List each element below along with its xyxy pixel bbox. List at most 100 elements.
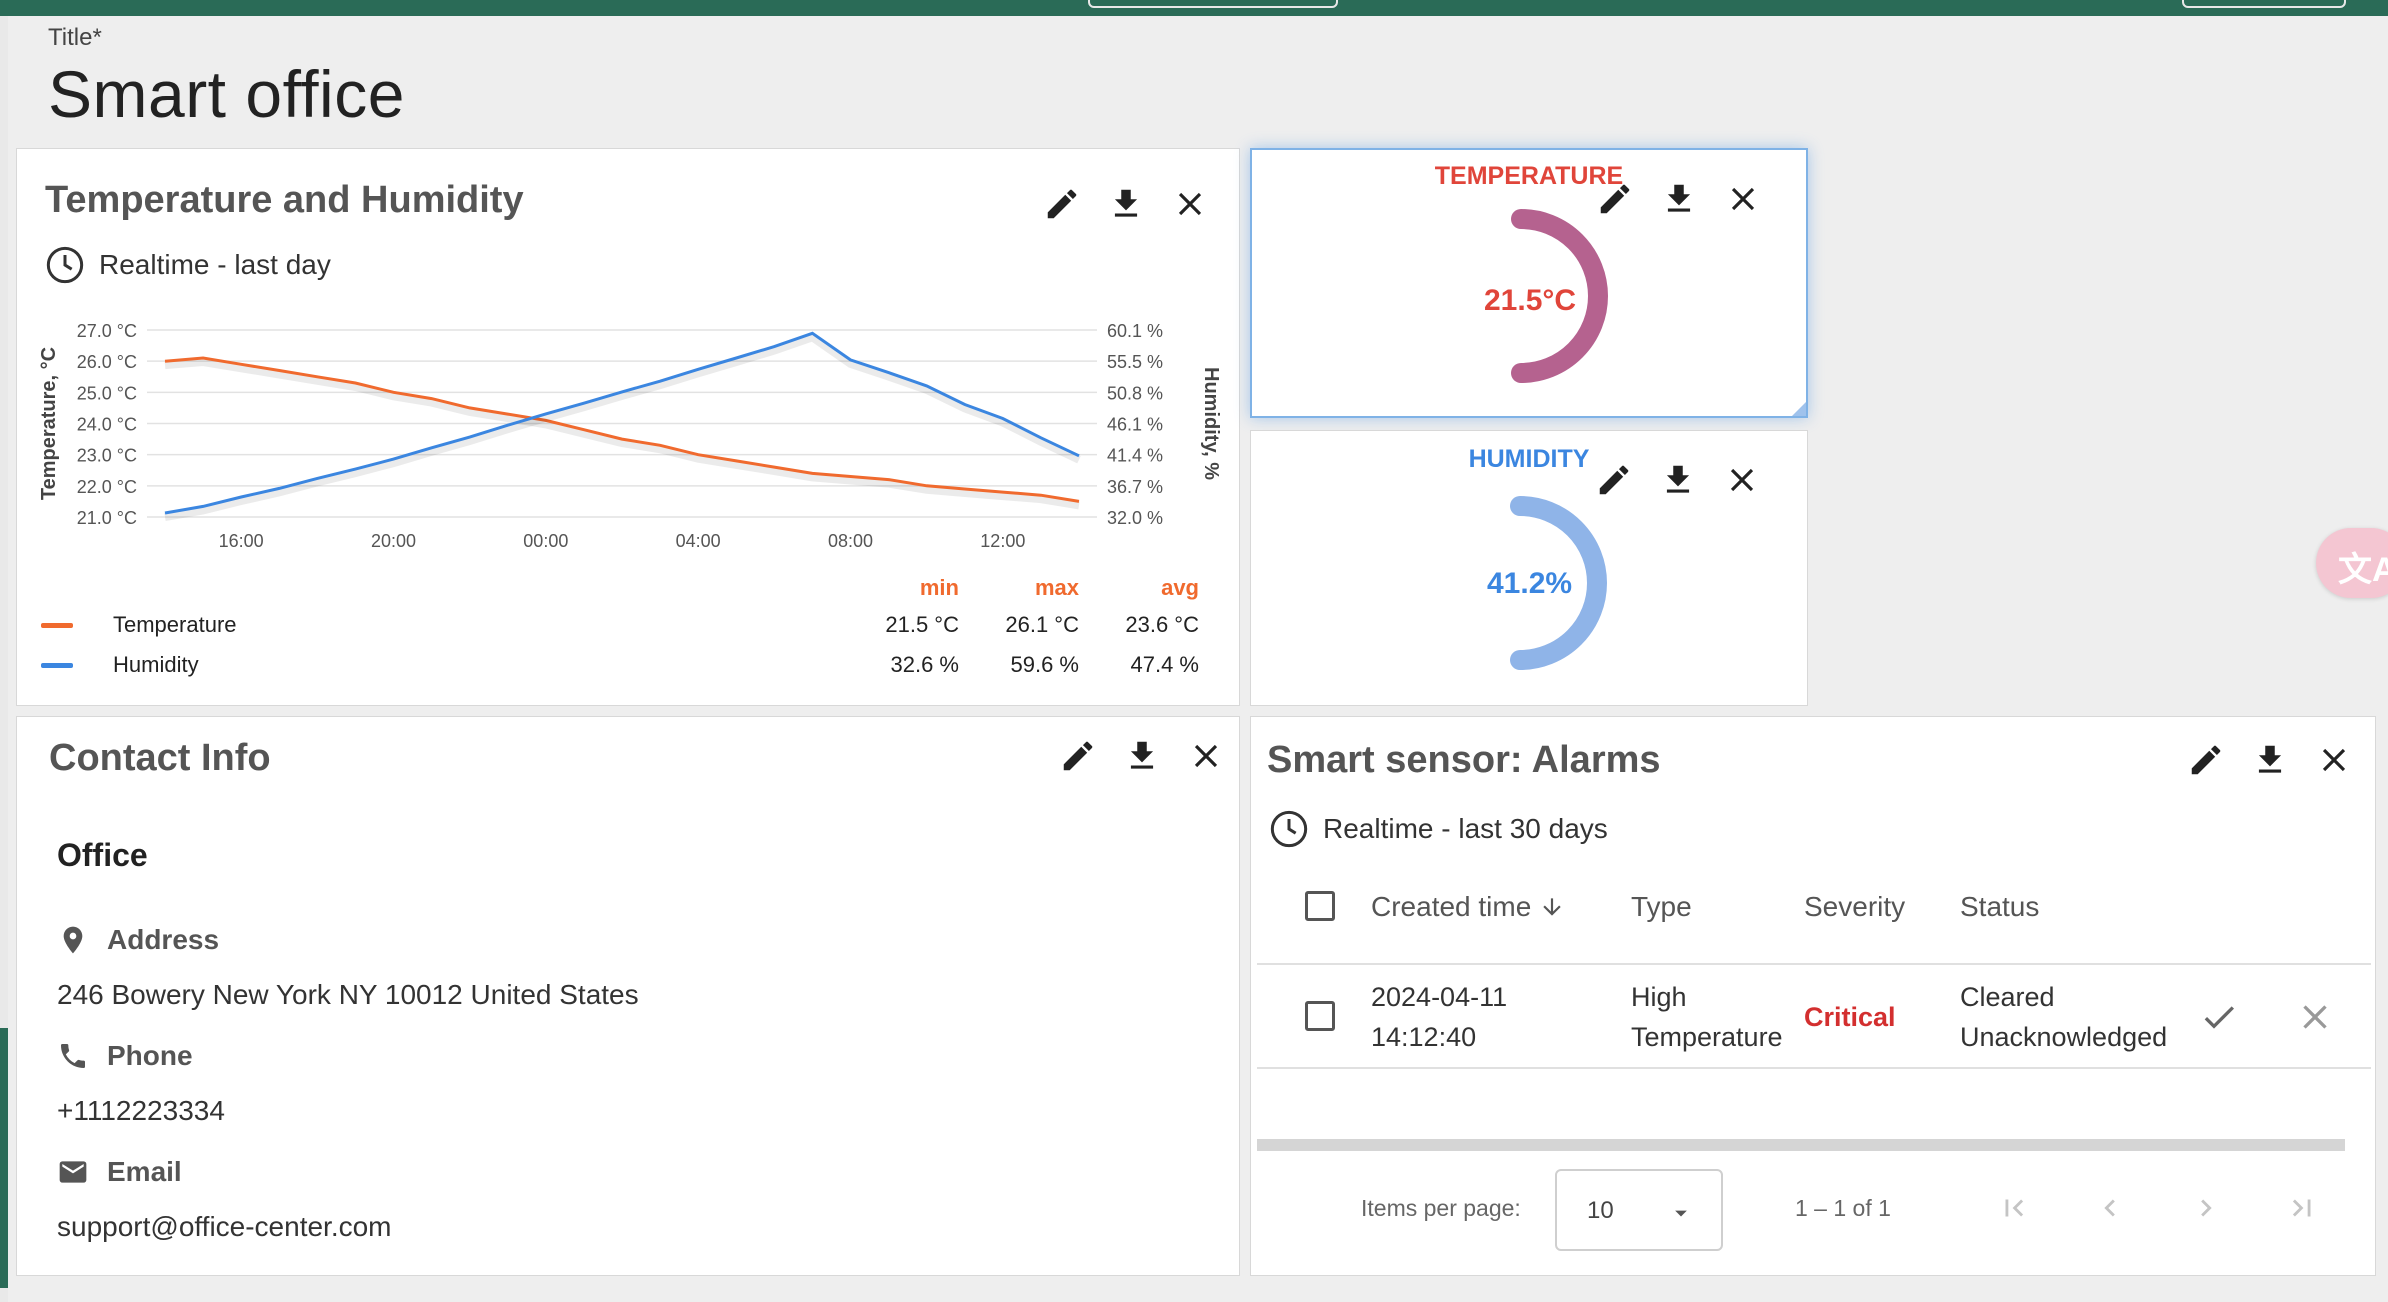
phone-label: Phone — [57, 1039, 193, 1073]
widget-title: Smart sensor: Alarms — [1267, 739, 1661, 781]
alarm-type-line2: Temperature — [1631, 1022, 1783, 1052]
x-tick-label: 12:00 — [980, 531, 1025, 549]
items-per-page-label: Items per page: — [1361, 1195, 1521, 1221]
y-left-tick-label: 23.0 °C — [77, 446, 137, 466]
translate-icon: 文A — [2338, 551, 2388, 589]
y-right-tick-label: 41.4 % — [1107, 446, 1163, 466]
edit-icon[interactable] — [1059, 737, 1097, 775]
legend-value: 32.6 % — [890, 652, 960, 677]
widget-actions — [2187, 741, 2353, 779]
last-page-icon[interactable] — [2285, 1191, 2319, 1225]
left-strip-accent — [0, 1028, 8, 1288]
legend-header-min: min — [919, 575, 959, 600]
download-icon[interactable] — [2251, 741, 2289, 779]
legend-value: 47.4 % — [1130, 652, 1200, 677]
select-all-checkbox[interactable] — [1305, 891, 1335, 921]
legend-value: 21.5 °C — [885, 612, 959, 637]
address-value: 246 Bowery New York NY 10012 United Stat… — [57, 979, 639, 1010]
previous-page-icon[interactable] — [2093, 1191, 2127, 1225]
toolbar-button[interactable] — [2182, 0, 2346, 8]
arrow-down-icon — [1543, 898, 1561, 916]
toolbar-button[interactable] — [1088, 0, 1338, 8]
resize-handle-icon[interactable] — [1790, 400, 1806, 416]
next-page-icon[interactable] — [2189, 1191, 2223, 1225]
title-label: Title* — [48, 24, 102, 51]
severity-critical: Critical — [1804, 1002, 1896, 1032]
address-label: Address — [57, 923, 219, 957]
gauge-value: 41.2% — [1487, 567, 1573, 600]
line-chart[interactable]: 27.0 °C 60.1 % 26.0 °C 55.5 % 25.0 °C 50.8 % 2… — [17, 149, 1241, 549]
alarm-type-line1: High — [1631, 982, 1687, 1012]
phone-icon — [61, 1044, 85, 1068]
edit-icon[interactable] — [2187, 741, 2225, 779]
column-status[interactable]: Status — [1960, 891, 2039, 923]
page-range: 1 – 1 of 1 — [1795, 1195, 1891, 1221]
header-divider — [1257, 963, 2371, 965]
legend-item-humidity[interactable]: Humidity — [41, 652, 199, 678]
legend-label: Humidity — [113, 652, 199, 677]
y-right-axis-label: Humidity, % — [1200, 367, 1222, 480]
temperature-humidity-widget: Temperature and Humidity Realtime - last… — [16, 148, 1240, 706]
y-left-tick-label: 24.0 °C — [77, 415, 137, 435]
y-left-tick-label: 26.0 °C — [77, 352, 137, 372]
legend-item-temperature[interactable]: Temperature — [41, 612, 237, 638]
column-type[interactable]: Type — [1631, 891, 1692, 923]
x-tick-label: 08:00 — [828, 531, 873, 549]
y-left-tick-label: 25.0 °C — [77, 383, 137, 403]
column-created-time[interactable]: Created time — [1371, 891, 1565, 923]
y-left-tick-label: 21.0 °C — [77, 508, 137, 528]
phone-label-text: Phone — [107, 1040, 193, 1071]
horizontal-scrollbar[interactable] — [1257, 1139, 2345, 1151]
created-date: 2024-04-11 — [1371, 982, 1508, 1012]
clock-icon — [1270, 810, 1308, 848]
y-left-tick-label: 27.0 °C — [77, 321, 137, 341]
y-left-axis-label: Temperature, °C — [38, 347, 60, 500]
page-title[interactable]: Smart office — [48, 56, 405, 132]
close-icon[interactable] — [1187, 737, 1225, 775]
status-line2: Unacknowledged — [1960, 1022, 2168, 1052]
acknowledge-icon[interactable] — [2199, 997, 2239, 1037]
y-left-tick-label: 22.0 °C — [77, 477, 137, 497]
row-checkbox[interactable] — [1305, 1001, 1335, 1031]
dropdown-arrow-icon — [1675, 1210, 1687, 1217]
temperature-gauge-widget[interactable]: TEMPERATURE 21.5°C — [1250, 148, 1808, 418]
legend-header-avg: avg — [1161, 575, 1199, 600]
close-icon[interactable] — [2315, 741, 2353, 779]
contact-info-widget: Contact Info Office Address 246 Bowery N… — [16, 716, 1240, 1276]
items-per-page-select[interactable]: 10 — [1555, 1169, 1723, 1251]
created-time: 14:12:40 — [1371, 1022, 1477, 1052]
legend-value: 59.6 % — [1010, 652, 1080, 677]
x-tick-label: 16:00 — [219, 531, 264, 549]
email-icon — [59, 1161, 87, 1183]
timewindow[interactable]: Realtime - last 30 days — [1269, 809, 1608, 849]
items-per-page-value: 10 — [1587, 1197, 1614, 1224]
column-severity[interactable]: Severity — [1804, 891, 1905, 923]
y-right-tick-label: 36.7 % — [1107, 477, 1163, 497]
status-line1: Cleared — [1960, 982, 2055, 1012]
y-right-tick-label: 32.0 % — [1107, 508, 1163, 528]
gauge-value: 21.5°C — [1484, 284, 1577, 317]
widget-actions — [1059, 737, 1225, 775]
legend-swatch — [41, 622, 73, 628]
x-tick-label: 00:00 — [523, 531, 568, 549]
email-value[interactable]: support@office-center.com — [57, 1211, 392, 1243]
legend-value: 26.1 °C — [1005, 612, 1079, 637]
x-tick-label: 04:00 — [676, 531, 721, 549]
x-tick-label: 20:00 — [371, 531, 416, 549]
email-label: Email — [57, 1155, 182, 1189]
left-strip — [0, 16, 8, 1302]
translate-button[interactable]: 文A — [2316, 528, 2388, 598]
first-page-icon[interactable] — [1997, 1191, 2031, 1225]
y-right-tick-label: 60.1 % — [1107, 321, 1163, 341]
location-pin-icon — [63, 926, 83, 954]
office-heading: Office — [57, 837, 148, 873]
address-label-text: Address — [107, 924, 220, 955]
y-right-tick-label: 46.1 % — [1107, 415, 1163, 435]
humidity-gauge-widget[interactable]: HUMIDITY 41.2% — [1250, 430, 1808, 706]
alarms-widget: Smart sensor: Alarms Realtime - last 30 … — [1250, 716, 2376, 1276]
clear-alarm-icon[interactable] — [2295, 997, 2335, 1037]
download-icon[interactable] — [1123, 737, 1161, 775]
email-label-text: Email — [107, 1156, 182, 1187]
widget-title: Contact Info — [49, 737, 271, 779]
phone-value: +1112223334 — [57, 1095, 225, 1126]
